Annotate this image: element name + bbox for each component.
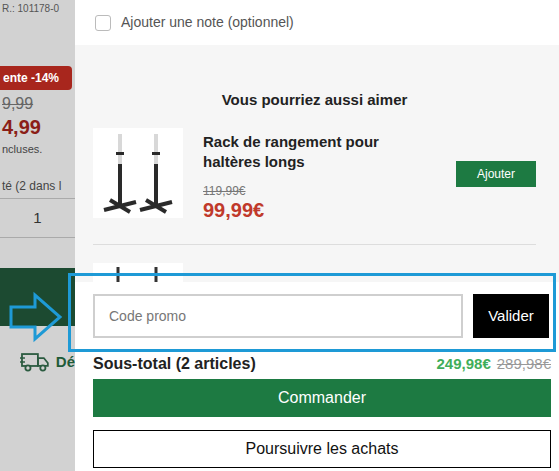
recommendations: Vous pourriez aussi aimer Rack de rangem… xyxy=(75,45,559,282)
promo-row: Valider xyxy=(75,282,559,338)
price: 4,99 xyxy=(0,114,75,140)
subtotal-prices: 249,98€ 289,98€ xyxy=(437,353,551,376)
subtotal-old-price: 289,98€ xyxy=(497,353,551,376)
add-button[interactable]: Ajouter xyxy=(456,161,536,187)
tax-note: ncluses. xyxy=(0,142,75,156)
product-price: 99,99€ xyxy=(203,198,413,222)
recommendations-list: Rack de rangement pour haltères longs 119… xyxy=(93,128,536,245)
continue-shopping-button[interactable]: Poursuivre les achats xyxy=(93,430,551,468)
old-price: 9,99 xyxy=(0,94,75,114)
screen: R.: 101178-0 ente -14% 9,99 4,99 ncluses… xyxy=(0,0,559,471)
subtotal-price: 249,98€ xyxy=(437,353,491,376)
product-image[interactable] xyxy=(93,128,183,218)
note-checkbox[interactable] xyxy=(95,15,111,31)
promo-submit-button[interactable]: Valider xyxy=(473,294,549,338)
discount-badge: ente -14% xyxy=(0,66,72,90)
quantity-field[interactable]: 1 xyxy=(0,198,75,238)
product-name[interactable]: Rack de rangement pour haltères longs xyxy=(203,132,413,172)
arrow-icon xyxy=(8,290,64,344)
checkout-button[interactable]: Commander xyxy=(93,379,551,417)
truck-icon xyxy=(20,350,50,374)
promo-input[interactable] xyxy=(93,294,463,338)
recommendations-title: Vous pourriez aussi aimer xyxy=(93,90,536,110)
product-image xyxy=(93,263,183,282)
separator xyxy=(93,244,536,245)
rack-icon xyxy=(96,130,180,216)
quantity-label: té (2 dans l xyxy=(0,178,75,194)
cart-drawer: Ajouter une note (optionnel) Vous pourri… xyxy=(75,0,559,471)
add-to-cart-bar xyxy=(0,268,75,326)
delivery-label: Dé xyxy=(56,351,75,374)
note-row[interactable]: Ajouter une note (optionnel) xyxy=(75,0,559,45)
highlight-box xyxy=(68,273,556,352)
subtotal-label: Sous-total (2 articles) xyxy=(93,352,256,376)
background-page: R.: 101178-0 ente -14% 9,99 4,99 ncluses… xyxy=(0,0,75,471)
note-label: Ajouter une note (optionnel) xyxy=(121,12,294,33)
product-info: Rack de rangement pour haltères longs 119… xyxy=(183,128,413,222)
recommendation-item: Rack de rangement pour haltères longs 119… xyxy=(93,128,536,222)
rack-icon xyxy=(98,263,178,282)
subtotal-row: Sous-total (2 articles) 249,98€ 289,98€ xyxy=(75,352,559,376)
product-old-price: 119,99€ xyxy=(203,184,413,198)
add-wrap: Ajouter xyxy=(413,128,536,187)
delivery-info: Dé xyxy=(0,350,75,374)
product-reference: R.: 101178-0 xyxy=(0,0,75,16)
